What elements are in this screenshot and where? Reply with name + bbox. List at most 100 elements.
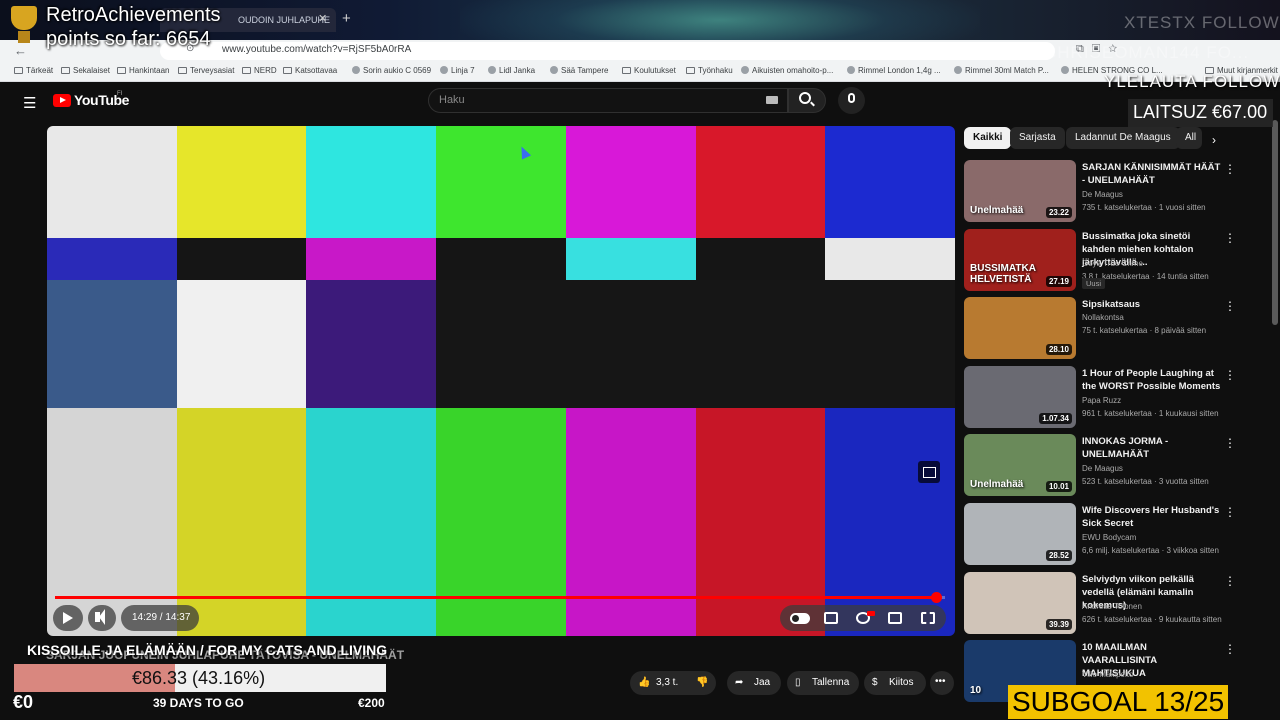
chip-more[interactable]: All — [1176, 127, 1202, 149]
share-label: Jaa — [754, 677, 771, 688]
video-player[interactable] — [47, 126, 955, 636]
bookmark-item[interactable]: Tärkeät — [14, 66, 53, 75]
folder-icon — [14, 67, 23, 74]
subtitles-icon[interactable] — [824, 612, 838, 624]
bookmark-item[interactable]: Sekalaiset — [61, 66, 110, 75]
recommendation-title[interactable]: SARJAN KÄNNISIMMÄT HÄÄT - UNELMAHÄÄT — [1082, 161, 1222, 187]
site-favicon-icon — [352, 66, 360, 74]
share-button[interactable]: ➦ Jaa — [727, 671, 781, 695]
recommendation-item[interactable]: 28.10 Sipsikatsaus Nollakontsa 75 t. katsel… — [964, 297, 1244, 359]
chip-series[interactable]: Sarjasta — [1010, 127, 1065, 149]
url-text[interactable]: www.youtube.com/watch?v=RjSF5bA0rRA — [222, 44, 411, 55]
test-pattern-bar — [436, 408, 567, 636]
recommendation-item[interactable]: 1.07.34 1 Hour of People Laughing at the … — [964, 366, 1244, 428]
bookmark-item[interactable]: Hankintaan — [117, 66, 169, 75]
channel-name[interactable]: Nollakontsa — [1082, 313, 1124, 322]
channel-name[interactable]: Ville Mäkipelto — [1082, 670, 1133, 679]
thumbs-down-icon[interactable]: 👎 — [696, 677, 708, 688]
country-code: FI — [117, 91, 123, 97]
trophy-base — [18, 31, 30, 43]
recommendation-title[interactable]: INNOKAS JORMA - UNELMAHÄÄT — [1082, 435, 1222, 461]
more-options-icon[interactable]: ⋮ — [1224, 299, 1236, 313]
bookmarks-bar: Tärkeät Sekalaiset Hankintaan Terveysasi… — [0, 62, 1280, 82]
fullscreen-icon[interactable] — [921, 612, 935, 624]
bookmark-item[interactable]: Sorin aukio C 0569 — [352, 66, 431, 75]
bookmark-item[interactable]: Terveysasiat — [178, 66, 234, 75]
bookmark-item[interactable]: Työnhaku — [686, 66, 733, 75]
recommendation-item[interactable]: BUSSIMATKA HELVETISTÄ 27.19 Bussimatka jok… — [964, 229, 1244, 291]
video-thumbnail[interactable]: 39.39 — [964, 572, 1076, 634]
menu-icon[interactable]: ☰ — [23, 94, 36, 112]
video-thumbnail[interactable]: 28.10 — [964, 297, 1076, 359]
more-options-icon[interactable]: ⋮ — [1224, 368, 1236, 382]
thanks-button[interactable]: $ Kiitos — [864, 671, 926, 695]
test-pattern-bar — [306, 408, 438, 636]
channel-name[interactable]: De Maagus — [1082, 190, 1123, 199]
channel-name[interactable]: Goya True Crime — [1082, 259, 1143, 268]
recommendation-title[interactable]: Wife Discovers Her Husband's Sick Secret — [1082, 504, 1222, 530]
folder-icon — [686, 67, 695, 74]
view-stats: 523 t. katselukertaa · 3 vuotta sitten — [1082, 477, 1209, 486]
scrollbar[interactable] — [1272, 120, 1278, 325]
channel-name[interactable]: Papa Ruzz — [1082, 396, 1121, 405]
chip-all[interactable]: Kaikki — [964, 127, 1012, 149]
channel-name[interactable]: Andreas Tolonen — [1082, 602, 1142, 611]
bookmark-item[interactable]: Koulutukset — [622, 66, 676, 75]
bookmark-item[interactable]: Sää Tampere — [550, 66, 608, 75]
more-options-icon[interactable]: ⋮ — [1224, 436, 1236, 450]
like-button[interactable]: 👍 3,3 t. 👎 — [630, 671, 716, 695]
video-thumbnail[interactable]: Unelmahää 23.22 — [964, 160, 1076, 222]
bookmark-item[interactable]: Aikuisten omahoito-p... — [741, 66, 833, 75]
bookmark-item[interactable]: Katsottavaa — [283, 66, 337, 75]
channel-name[interactable]: De Maagus — [1082, 464, 1123, 473]
more-options-icon[interactable]: ⋮ — [1224, 505, 1236, 519]
video-thumbnail[interactable]: 1.07.34 — [964, 366, 1076, 428]
recommendation-title[interactable]: Sipsikatsaus — [1082, 298, 1222, 311]
miniplayer-icon[interactable] — [918, 461, 940, 483]
video-thumbnail[interactable]: 28.52 — [964, 503, 1076, 565]
microphone-icon — [848, 93, 855, 103]
video-thumbnail[interactable]: Unelmahää 10.01 — [964, 434, 1076, 496]
video-thumbnail[interactable]: BUSSIMATKA HELVETISTÄ 27.19 — [964, 229, 1076, 291]
bookmark-item[interactable]: Rimmel 30ml Match P... — [954, 66, 1049, 75]
view-stats: 735 t. katselukertaa · 1 vuosi sitten — [1082, 203, 1206, 212]
recommendation-item[interactable]: 28.52 Wife Discovers Her Husband's Sick S… — [964, 503, 1244, 565]
keyboard-icon[interactable] — [766, 96, 778, 104]
progress-bar[interactable] — [55, 592, 945, 603]
subgoal-banner: SUBGOAL 13/25 — [1008, 685, 1228, 719]
more-options-icon[interactable]: ⋮ — [1224, 162, 1236, 176]
folder-icon — [283, 67, 292, 74]
recommendation-item[interactable]: 39.39 Selviydyn viikon pelkällä vedellä (… — [964, 572, 1244, 634]
recommendation-item[interactable]: Unelmahää 10.01 INNOKAS JORMA - UNELMAHÄÄT… — [964, 434, 1244, 496]
recommendation-title[interactable]: 1 Hour of People Laughing at the WORST P… — [1082, 367, 1222, 393]
play-icon — [63, 612, 73, 624]
save-button[interactable]: ▯ Tallenna — [787, 671, 859, 695]
chevron-right-icon[interactable]: › — [1212, 133, 1216, 147]
autoplay-toggle-icon[interactable] — [790, 613, 810, 624]
back-arrow-icon[interactable]: ← — [14, 43, 27, 58]
bookmark-item[interactable]: Lidl Janka — [488, 66, 535, 75]
search-input[interactable] — [428, 88, 788, 113]
chip-uploader[interactable]: Ladannut De Maagus — [1066, 127, 1180, 149]
test-pattern-bar — [565, 238, 697, 280]
bookmark-item[interactable]: Linja 7 — [440, 66, 475, 75]
channel-name[interactable]: EWU Bodycam — [1082, 533, 1136, 542]
more-actions-button[interactable]: ••• — [930, 671, 954, 695]
recommendation-item[interactable]: Unelmahää 23.22 SARJAN KÄNNISIMMÄT HÄÄT - … — [964, 160, 1244, 222]
test-pattern-bar — [47, 238, 178, 280]
bookmark-item[interactable]: NERD — [242, 66, 277, 75]
video-duration: 10.01 — [1045, 481, 1072, 492]
site-favicon-icon — [550, 66, 558, 74]
youtube-logo-icon[interactable] — [53, 94, 71, 107]
test-pattern-bar — [695, 126, 827, 238]
tab-close-icon[interactable]: ✕ — [318, 12, 327, 25]
bookmark-item[interactable]: Rimmel London 1,4g ... — [847, 66, 941, 75]
more-options-icon[interactable]: ⋮ — [1224, 231, 1236, 245]
more-options-icon[interactable]: ⋮ — [1224, 642, 1236, 656]
follower-ticker: XTESTX FOLLOW — [1124, 13, 1280, 32]
more-options-icon[interactable]: ⋮ — [1224, 574, 1236, 588]
theater-mode-icon[interactable] — [888, 612, 902, 624]
view-stats: 75 t. katselukertaa · 8 päivää sitten — [1082, 326, 1207, 335]
new-tab-icon[interactable]: + — [342, 10, 351, 27]
goal-max: €200 — [358, 696, 385, 710]
